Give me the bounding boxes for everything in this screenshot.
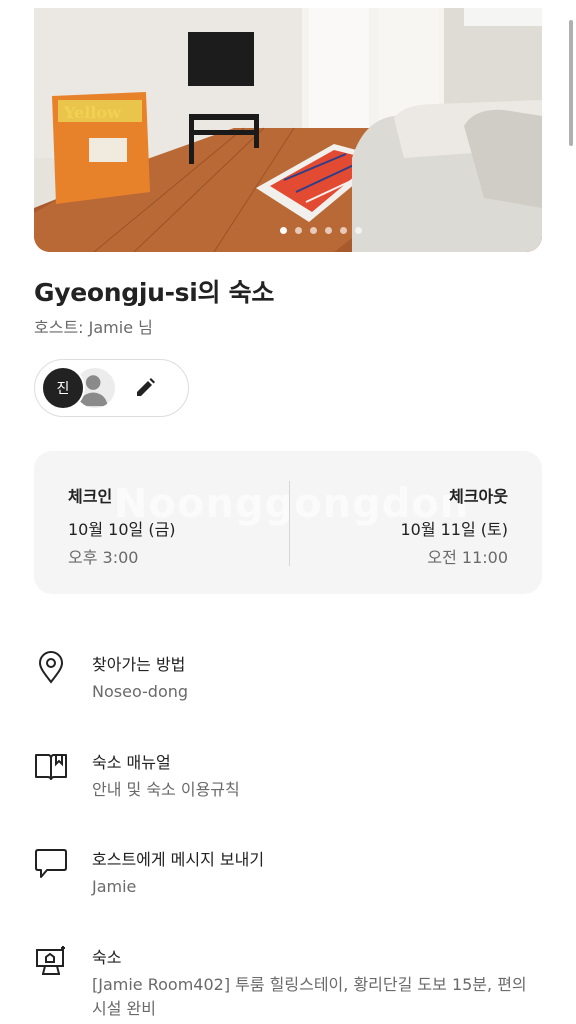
message-host-row[interactable]: 호스트에게 메시지 보내기 Jamie [34,846,542,906]
house-manual-label: 숙소 매뉴얼 [92,753,171,772]
checkin-checkout-card: Noonggongdon 체크인 10월 10일 (금) 오후 3:00 체크아… [34,451,542,594]
photo-pagination [34,227,542,234]
pagination-dot[interactable] [355,227,362,234]
checkin-time: 오후 3:00 [68,548,139,567]
checkin-date: 10월 10일 (금) [68,520,176,539]
listing-label: 숙소 [92,948,122,967]
listing-photo[interactable]: Yellow [34,8,542,252]
pagination-dot[interactable] [325,227,332,234]
checkout-time: 오전 11:00 [427,548,508,567]
pagination-dot[interactable] [310,227,317,234]
card-divider [289,481,290,566]
svg-text:Yellow: Yellow [63,103,122,122]
house-icon [36,946,65,975]
host-line: 호스트: Jamie 님 [34,318,153,337]
message-host-sub: Jamie [92,877,137,896]
checkout-date: 10월 11일 (토) [400,520,508,539]
guest-avatar: 진 [41,366,85,410]
listing-row[interactable]: 숙소 [Jamie Room402] 투룸 힐링스테이, 황리단길 도보 15분… [34,944,542,1024]
guest-avatar-initial: 진 [56,381,70,397]
directions-row[interactable]: 찾아가는 방법 Noseo-dong [34,651,542,711]
map-pin-icon [38,651,64,684]
chat-bubble-icon [35,849,67,878]
house-manual-row[interactable]: 숙소 매뉴얼 안내 및 숙소 이용규칙 [34,749,542,809]
checkout-heading: 체크아웃 [449,487,508,506]
message-host-label: 호스트에게 메시지 보내기 [92,850,265,869]
directions-label: 찾아가는 방법 [92,655,186,674]
house-manual-sub: 안내 및 숙소 이용규칙 [92,780,240,799]
pagination-dot[interactable] [295,227,302,234]
pencil-icon[interactable] [133,376,157,400]
listing-sub: [Jamie Room402] 투룸 힐링스테이, 황리단길 도보 15분, 편… [92,975,527,1018]
book-icon [35,754,67,780]
pagination-dot[interactable] [280,227,287,234]
directions-sub: Noseo-dong [92,682,189,701]
guests-pill[interactable]: 진 [34,359,189,417]
room-photo-image: Yellow [34,8,542,252]
checkin-heading: 체크인 [68,487,113,506]
pagination-dot[interactable] [340,227,347,234]
listing-title: Gyeongju-si의 숙소 [34,278,275,307]
scrollbar[interactable] [569,20,573,146]
